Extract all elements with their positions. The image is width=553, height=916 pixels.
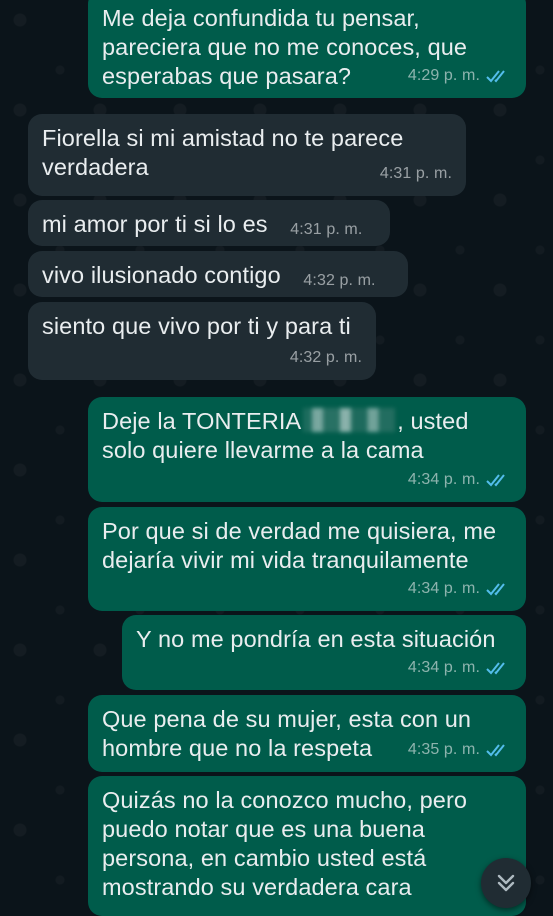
- message-meta: 4:32 p. m.: [303, 266, 375, 295]
- message-outgoing[interactable]: Me deja confundida tu pensar, pareciera …: [88, 0, 526, 98]
- double-chevron-down-icon: [497, 874, 515, 892]
- message-time: 4:31 p. m.: [379, 165, 452, 182]
- message-text: Quizás no la conozco mucho, pero puedo n…: [102, 787, 468, 900]
- message-meta: 4:32 p. m.: [290, 343, 362, 372]
- message-time: 4:31 p. m.: [290, 221, 363, 238]
- message-outgoing[interactable]: Deje la TONTERIA, usted solo quiere llev…: [88, 397, 526, 502]
- message-time: 4:29 p. m.: [407, 67, 480, 84]
- message-incoming[interactable]: Fiorella si mi amistad no te parece verd…: [28, 114, 466, 196]
- message-time: 4:32 p. m.: [303, 272, 376, 289]
- scroll-to-bottom-button[interactable]: [481, 858, 531, 908]
- message-text: Y no me pondría en esta situación: [136, 626, 496, 652]
- message-meta: 4:29 p. m.: [408, 61, 512, 90]
- double-check-icon: [486, 582, 505, 595]
- message-text: Por que si de verdad me quisiera, me dej…: [102, 518, 497, 573]
- message-text-before: Deje la TONTERIA: [102, 408, 302, 434]
- message-time: 4:34 p. m.: [407, 659, 480, 676]
- double-check-icon: [486, 661, 505, 674]
- message-incoming[interactable]: mi amor por ti si lo es 4:31 p. m.: [28, 200, 390, 246]
- double-check-icon: [486, 743, 505, 756]
- message-text: siento que vivo por ti y para ti: [42, 313, 351, 339]
- double-check-icon: [486, 69, 505, 82]
- message-meta: 4:35 p. m.: [408, 735, 512, 764]
- message-outgoing[interactable]: Y no me pondría en esta situación 4:34 p…: [122, 615, 526, 690]
- message-outgoing[interactable]: Quizás no la conozco mucho, pero puedo n…: [88, 776, 526, 916]
- message-outgoing[interactable]: Por que si de verdad me quisiera, me dej…: [88, 507, 526, 611]
- message-incoming[interactable]: vivo ilusionado contigo 4:32 p. m.: [28, 251, 408, 297]
- double-check-icon: [486, 473, 505, 486]
- message-time: 4:34 p. m.: [407, 580, 480, 597]
- message-time: 4:34 p. m.: [407, 471, 480, 488]
- message-meta: 4:34 p. m.: [408, 574, 512, 603]
- message-text: vivo ilusionado contigo: [42, 262, 281, 288]
- message-text: mi amor por ti si lo es: [42, 211, 268, 237]
- redacted-name: [303, 408, 396, 432]
- message-text: Deje la TONTERIA, usted solo quiere llev…: [102, 407, 512, 465]
- message-meta: 4:34 p. m.: [408, 465, 512, 494]
- message-time: 4:35 p. m.: [407, 741, 480, 758]
- message-meta: 4:31 p. m.: [290, 215, 362, 244]
- message-time: 4:32 p. m.: [289, 349, 362, 366]
- message-outgoing[interactable]: Que pena de su mujer, esta con un hombre…: [88, 695, 526, 772]
- message-incoming[interactable]: siento que vivo por ti y para ti 4:32 p.…: [28, 302, 376, 380]
- message-meta: 4:31 p. m.: [380, 159, 452, 188]
- message-meta: 4:34 p. m.: [408, 653, 512, 682]
